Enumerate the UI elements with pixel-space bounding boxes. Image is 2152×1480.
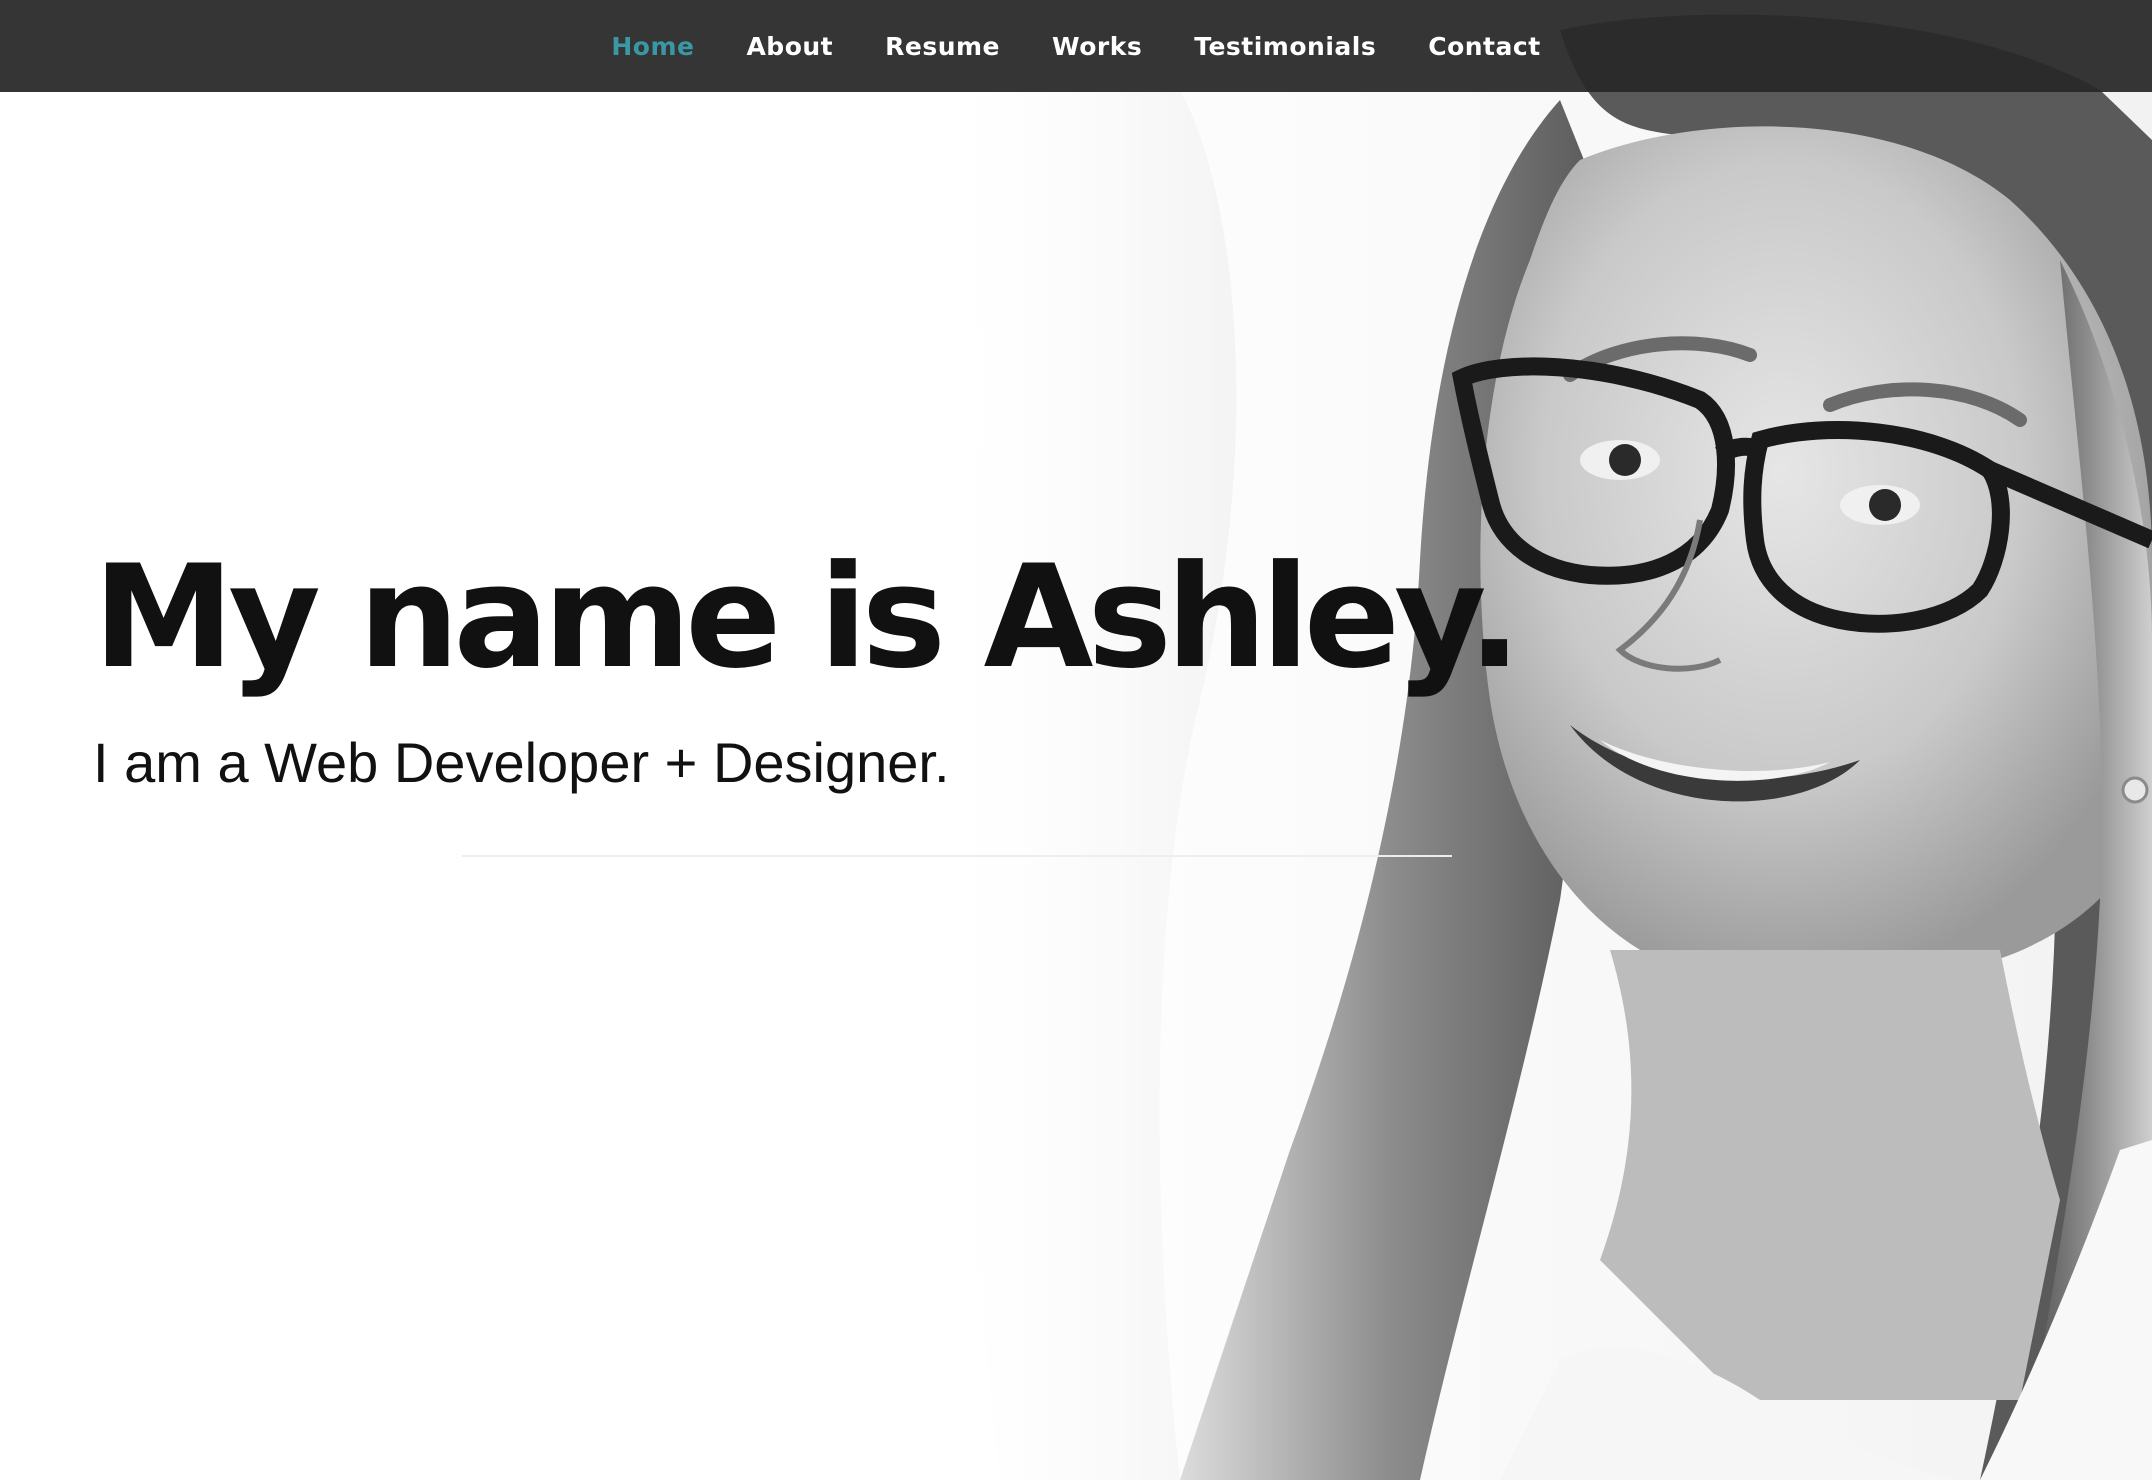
hero-banner-text: My name is Ashley. I am a Web Developer …: [93, 535, 1522, 795]
page: Home About Resume Works Testimonials Con…: [0, 0, 2152, 1480]
hero-subtitle: I am a Web Developer + Designer.: [93, 731, 950, 795]
nav-item-resume[interactable]: Resume: [859, 32, 1026, 61]
nav-item-home[interactable]: Home: [585, 32, 720, 61]
nav-item-about[interactable]: About: [720, 32, 859, 61]
hero-title: My name is Ashley.: [93, 535, 1522, 700]
nav-menu: Home About Resume Works Testimonials Con…: [585, 32, 1566, 61]
nav-item-contact[interactable]: Contact: [1402, 32, 1566, 61]
top-navbar: Home About Resume Works Testimonials Con…: [0, 0, 2152, 92]
hero-divider: [462, 855, 1452, 857]
nav-item-works[interactable]: Works: [1026, 32, 1168, 61]
nav-item-testimonials[interactable]: Testimonials: [1168, 32, 1402, 61]
